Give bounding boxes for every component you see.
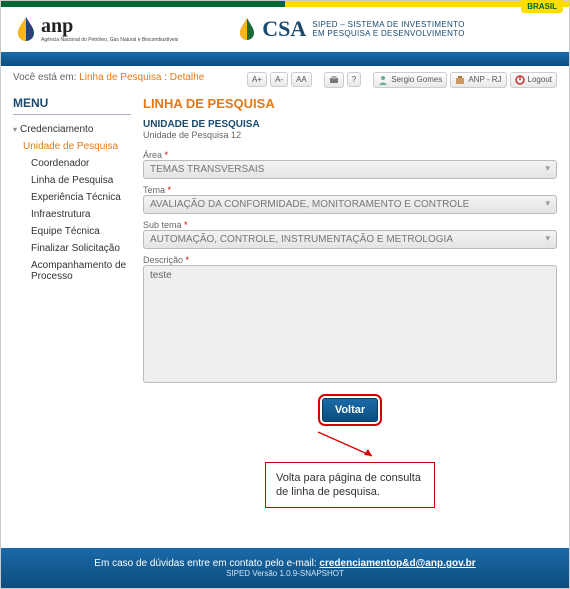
user-name-label: Sergio Gomes — [391, 75, 442, 84]
section-subtitle: Unidade de Pesquisa 12 — [143, 130, 557, 140]
anp-droplet-icon — [15, 16, 37, 42]
menu-coordenador[interactable]: Coordenador — [13, 155, 131, 172]
breadcrumb: Você está em: Linha de Pesquisa : Detalh… — [13, 72, 204, 83]
section-title: UNIDADE DE PESQUISA — [143, 119, 557, 130]
blue-divider-bar — [1, 52, 569, 66]
footer-email-link[interactable]: credenciamentop&d@anp.gov.br — [319, 558, 475, 569]
menu-acompanhamento-processo[interactable]: Acompanhamento de Processo — [13, 257, 131, 285]
tema-select[interactable]: AVALIAÇÃO DA CONFORMIDADE, MONITORAMENTO… — [143, 195, 557, 214]
font-increase-button[interactable]: A+ — [247, 72, 267, 87]
print-icon — [329, 75, 339, 85]
org-label: ANP - RJ — [468, 75, 501, 84]
csa-subtitle-1: SIPED – SISTEMA DE INVESTIMENTO — [312, 20, 464, 30]
logout-button[interactable]: Logout — [510, 72, 557, 88]
power-icon — [515, 75, 525, 85]
gov-top-strip: BRASIL — [1, 1, 569, 7]
print-button[interactable] — [324, 72, 344, 88]
menu-experiencia-tecnica[interactable]: Experiência Técnica — [13, 189, 131, 206]
org-button[interactable]: ANP - RJ — [450, 72, 506, 88]
subtema-label: Sub tema * — [143, 220, 557, 230]
briefcase-icon — [455, 75, 465, 85]
main-content: LINHA DE PESQUISA UNIDADE DE PESQUISA Un… — [143, 96, 557, 509]
breadcrumb-link-1[interactable]: Linha de Pesquisa — [79, 72, 161, 83]
anp-logo-text: anp — [41, 15, 178, 38]
menu-finalizar-solicitacao[interactable]: Finalizar Solicitação — [13, 240, 131, 257]
csa-logo-text: CSA — [262, 16, 306, 42]
area-label: Área * — [143, 150, 557, 160]
help-button[interactable]: ? — [347, 72, 361, 87]
logo-csa: CSA SIPED – SISTEMA DE INVESTIMENTO EM P… — [238, 16, 464, 42]
header: anp Agência Nacional do Petróleo, Gás Na… — [1, 7, 569, 52]
voltar-button[interactable]: Voltar — [322, 398, 378, 422]
font-reset-button[interactable]: AA — [291, 72, 312, 87]
footer-text: Em caso de dúvidas entre em contato pelo… — [94, 558, 319, 569]
top-toolbar: A+ A- AA ? Sergio Gomes ANP - RJ Logout — [247, 72, 557, 88]
csa-subtitle-2: EM PESQUISA E DESENVOLVIMENTO — [312, 29, 464, 39]
annotation-box: Volta para página de consulta de linha d… — [265, 462, 435, 509]
menu-title: MENU — [13, 96, 131, 115]
logout-label: Logout — [528, 75, 552, 84]
user-icon — [378, 75, 388, 85]
breadcrumb-link-2[interactable]: Detalhe — [170, 72, 204, 83]
footer-version: SIPED Versão 1.0.9-SNAPSHOT — [1, 569, 569, 578]
descricao-label: Descrição * — [143, 255, 557, 265]
page-title: LINHA DE PESQUISA — [143, 96, 557, 111]
subtema-select[interactable]: AUTOMAÇÃO, CONTROLE, INSTRUMENTAÇÃO E ME… — [143, 230, 557, 249]
annotation-arrow-icon — [310, 428, 390, 462]
tema-label: Tema * — [143, 185, 557, 195]
logo-anp: anp Agência Nacional do Petróleo, Gás Na… — [15, 15, 178, 44]
breadcrumb-prefix: Você está em: — [13, 72, 76, 83]
font-decrease-button[interactable]: A- — [270, 72, 288, 87]
footer: Em caso de dúvidas entre em contato pelo… — [1, 548, 569, 588]
sidebar-menu: MENU Credenciamento Unidade de Pesquisa … — [13, 96, 131, 509]
brasil-badge[interactable]: BRASIL — [521, 0, 563, 13]
csa-droplet-icon — [238, 17, 256, 41]
user-button[interactable]: Sergio Gomes — [373, 72, 447, 88]
menu-equipe-tecnica[interactable]: Equipe Técnica — [13, 223, 131, 240]
area-select[interactable]: TEMAS TRANSVERSAIS — [143, 160, 557, 179]
menu-linha-pesquisa[interactable]: Linha de Pesquisa — [13, 172, 131, 189]
menu-credenciamento[interactable]: Credenciamento — [13, 121, 131, 138]
descricao-textarea[interactable]: teste — [143, 265, 557, 383]
menu-unidade-pesquisa[interactable]: Unidade de Pesquisa — [13, 138, 131, 155]
anp-logo-subtitle: Agência Nacional do Petróleo, Gás Natura… — [41, 38, 178, 44]
menu-infraestrutura[interactable]: Infraestrutura — [13, 206, 131, 223]
